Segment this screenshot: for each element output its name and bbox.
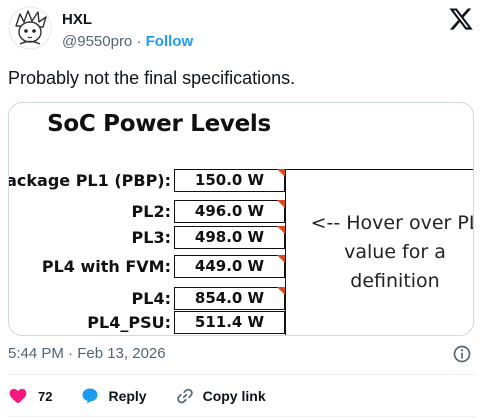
comment-marker-icon bbox=[277, 169, 285, 177]
row-value-text: 496.0 W bbox=[194, 202, 265, 220]
media-image[interactable]: SoC Power Levels Package PL1 (PBP): 150.… bbox=[8, 102, 474, 336]
comment-marker-icon bbox=[277, 226, 285, 234]
copy-link-label: Copy link bbox=[202, 388, 266, 404]
comment-marker-icon bbox=[277, 287, 285, 295]
hover-note: <-- Hover over PL value for a definition bbox=[295, 209, 474, 296]
reply-button[interactable]: Reply bbox=[80, 386, 147, 406]
hover-note-line: definition bbox=[350, 270, 440, 292]
author-handle-line: @9550pro · Follow bbox=[62, 32, 193, 52]
author-handle[interactable]: @9550pro bbox=[62, 33, 132, 50]
post-timestamp[interactable]: 5:44 PM · Feb 13, 2026 bbox=[8, 344, 166, 364]
row-value-text: 511.4 W bbox=[194, 313, 265, 331]
x-logo-icon[interactable] bbox=[448, 6, 474, 32]
row-label: PL4_PSU: bbox=[87, 313, 171, 332]
row-value-text: 150.0 W bbox=[194, 171, 265, 189]
media-title: SoC Power Levels bbox=[47, 111, 271, 137]
row-label: PL4: bbox=[131, 289, 171, 308]
copy-link-button[interactable]: Copy link bbox=[175, 386, 266, 406]
table-row: PL4_PSU: 511.4 W bbox=[9, 311, 309, 334]
action-bar: 72 Reply Copy link bbox=[8, 384, 294, 408]
row-label: PL2: bbox=[131, 202, 171, 221]
row-value[interactable]: 498.0 W bbox=[174, 226, 285, 249]
like-button[interactable]: 72 bbox=[8, 386, 52, 406]
row-value[interactable]: 449.0 W bbox=[174, 255, 285, 278]
table-row: PL2: 496.0 W bbox=[9, 200, 309, 223]
row-value[interactable]: 496.0 W bbox=[174, 200, 285, 223]
table-row: PL3: 498.0 W bbox=[9, 226, 309, 249]
reply-bubble-icon bbox=[82, 388, 98, 404]
info-icon[interactable] bbox=[452, 344, 472, 364]
hover-note-line: <-- Hover over PL bbox=[310, 212, 474, 234]
heart-icon bbox=[9, 388, 27, 404]
author-block: HXL @9550pro · Follow bbox=[62, 10, 193, 52]
row-label: Package PL1 (PBP): bbox=[8, 171, 171, 190]
like-count: 72 bbox=[38, 388, 53, 404]
row-value[interactable]: 511.4 W bbox=[174, 311, 285, 334]
avatar-icon bbox=[8, 6, 52, 50]
follow-button[interactable]: Follow bbox=[146, 33, 194, 50]
divider bbox=[8, 416, 476, 417]
table-row: PL4 with FVM: 449.0 W bbox=[9, 255, 309, 278]
divider bbox=[8, 374, 476, 375]
row-label: PL4 with FVM: bbox=[41, 257, 171, 276]
row-value-text: 449.0 W bbox=[194, 257, 265, 275]
row-value[interactable]: 854.0 W bbox=[174, 287, 285, 310]
handle-separator: · bbox=[132, 33, 146, 50]
link-icon bbox=[176, 388, 193, 404]
row-value-text: 498.0 W bbox=[194, 228, 265, 246]
table-row: PL4: 854.0 W bbox=[9, 287, 309, 310]
comment-marker-icon bbox=[277, 255, 285, 263]
row-value[interactable]: 150.0 W bbox=[174, 169, 285, 192]
author-name[interactable]: HXL bbox=[62, 10, 193, 30]
table-row: Package PL1 (PBP): 150.0 W bbox=[9, 169, 309, 192]
avatar[interactable] bbox=[8, 6, 52, 50]
hover-note-line: value for a bbox=[344, 241, 446, 263]
row-value-text: 854.0 W bbox=[194, 289, 265, 307]
row-label: PL3: bbox=[131, 228, 171, 247]
post-text: Probably not the final specifications. bbox=[8, 68, 296, 88]
reply-label: Reply bbox=[108, 388, 147, 404]
comment-marker-icon bbox=[277, 200, 285, 208]
